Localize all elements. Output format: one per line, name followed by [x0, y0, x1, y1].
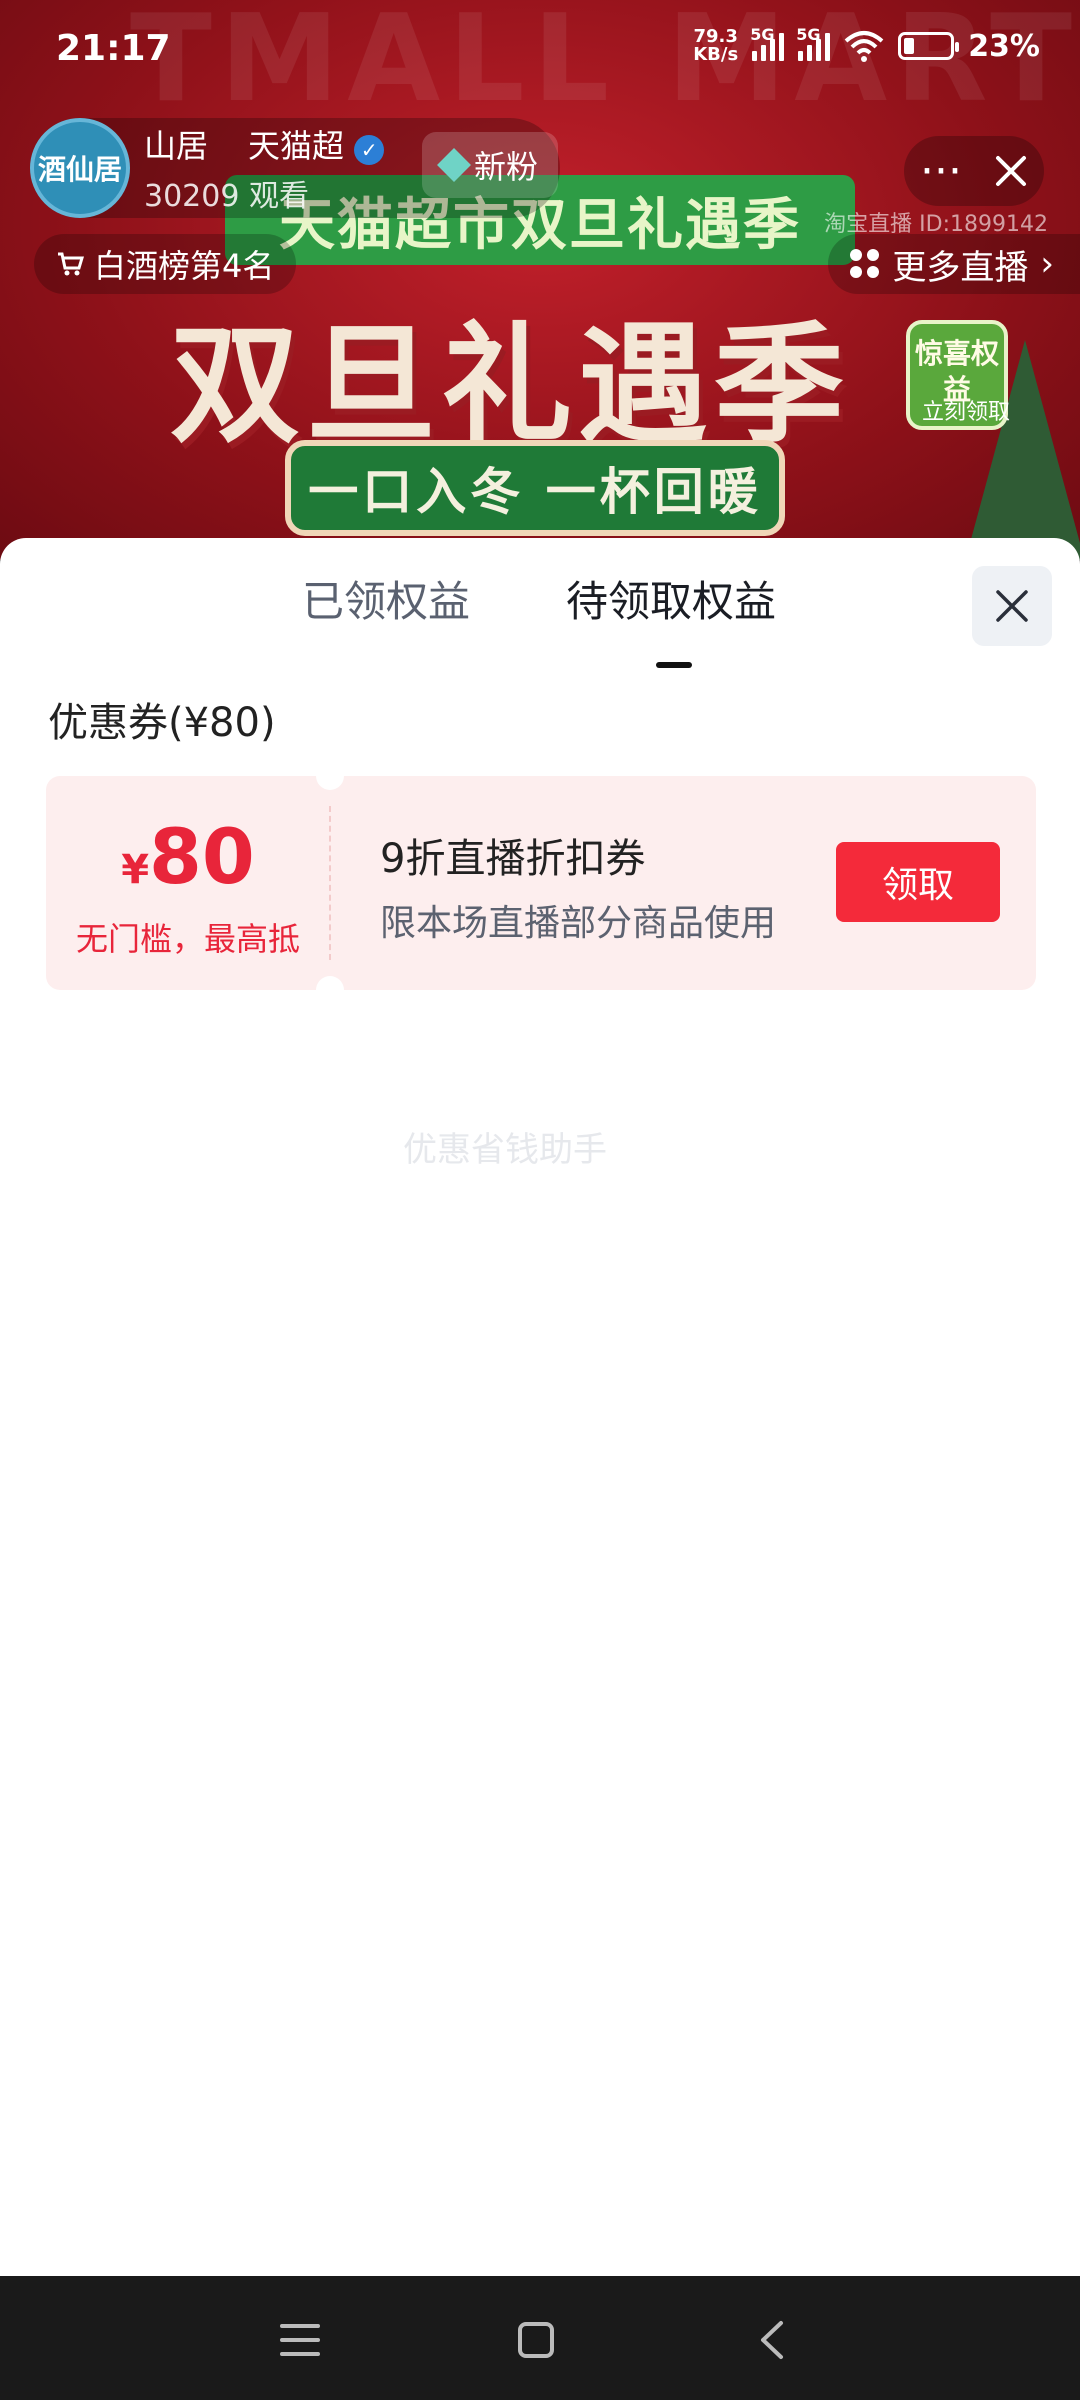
tab-to-claim[interactable]: 待领取权益	[566, 568, 776, 629]
menu-icon[interactable]	[272, 2312, 328, 2368]
battery-icon	[898, 32, 960, 60]
assistant-watermark: 优惠省钱助手	[403, 1130, 607, 1170]
live-stream-background: TMALL MART 天猫超市双旦礼遇季 双旦礼遇季 一口入冬 一杯回暖 惊喜权…	[0, 0, 1080, 560]
coupon-card: ¥80 无门槛，最高抵 9折直播折扣券 限本场直播部分商品使用 领取	[46, 762, 1036, 1004]
chevron-right-icon: ›	[1040, 244, 1054, 284]
active-tab-indicator	[656, 662, 692, 668]
banner-slogan: 一口入冬 一杯回暖	[285, 440, 785, 536]
wifi-icon	[844, 31, 884, 62]
benefit-tabs: 已领权益 待领取权益	[0, 568, 1080, 668]
signal-icon: 5G	[796, 25, 831, 61]
coupon-name: 9折直播折扣券	[380, 836, 646, 882]
signal-icon: 5G	[750, 25, 785, 61]
anchor-avatar[interactable]: 酒仙居	[30, 118, 130, 218]
coupon-amount: ¥80	[121, 812, 255, 901]
anchor-info: 山居 天猫超 ✓ 30209 观看	[144, 121, 385, 215]
cart-icon	[58, 252, 84, 276]
battery-percent: 23%	[968, 28, 1040, 64]
surprise-benefit-caption: 立刻领取	[921, 400, 1010, 425]
home-icon[interactable]	[508, 2312, 564, 2368]
verified-icon: ✓	[354, 135, 385, 165]
top-actions: ···	[904, 136, 1044, 206]
status-bar: 21:17 79.3 KB/s 5G 5G 23%	[0, 0, 1080, 100]
benefits-sheet: 已领权益 待领取权益 优惠券(¥80) ¥80 无门槛，最高抵 9折直播折扣券 …	[0, 538, 1080, 2276]
close-icon[interactable]	[994, 154, 1028, 188]
rank-chip[interactable]: 白酒榜第4名	[34, 234, 297, 294]
close-icon	[996, 590, 1028, 622]
status-icons: 79.3 KB/s 5G 5G 23%	[693, 25, 1040, 65]
section-title: 优惠券(¥80)	[48, 700, 276, 746]
viewer-count: 30209 观看	[144, 179, 309, 214]
coupon-condition: 无门槛，最高抵	[75, 920, 300, 958]
anchor-brand: 天猫超 ✓	[248, 121, 385, 167]
diamond-icon	[437, 148, 471, 182]
sheet-close-button[interactable]	[972, 566, 1052, 646]
net-speed: 79.3 KB/s	[693, 26, 739, 65]
coupon-description: 限本场直播部分商品使用	[380, 903, 777, 944]
new-fan-chip[interactable]: 新粉	[422, 132, 559, 198]
status-time: 21:17	[56, 28, 171, 69]
tab-claimed[interactable]: 已领权益	[302, 568, 470, 629]
grid-dots-icon	[850, 249, 880, 279]
system-nav-bar	[0, 2276, 1080, 2400]
claim-button[interactable]: 领取	[836, 842, 1000, 922]
more-live-button[interactable]: 更多直播 ›	[828, 234, 1080, 294]
more-icon[interactable]: ···	[920, 146, 962, 197]
anchor-name: 山居 天猫超 ✓	[144, 121, 385, 167]
back-icon[interactable]	[744, 2312, 800, 2368]
